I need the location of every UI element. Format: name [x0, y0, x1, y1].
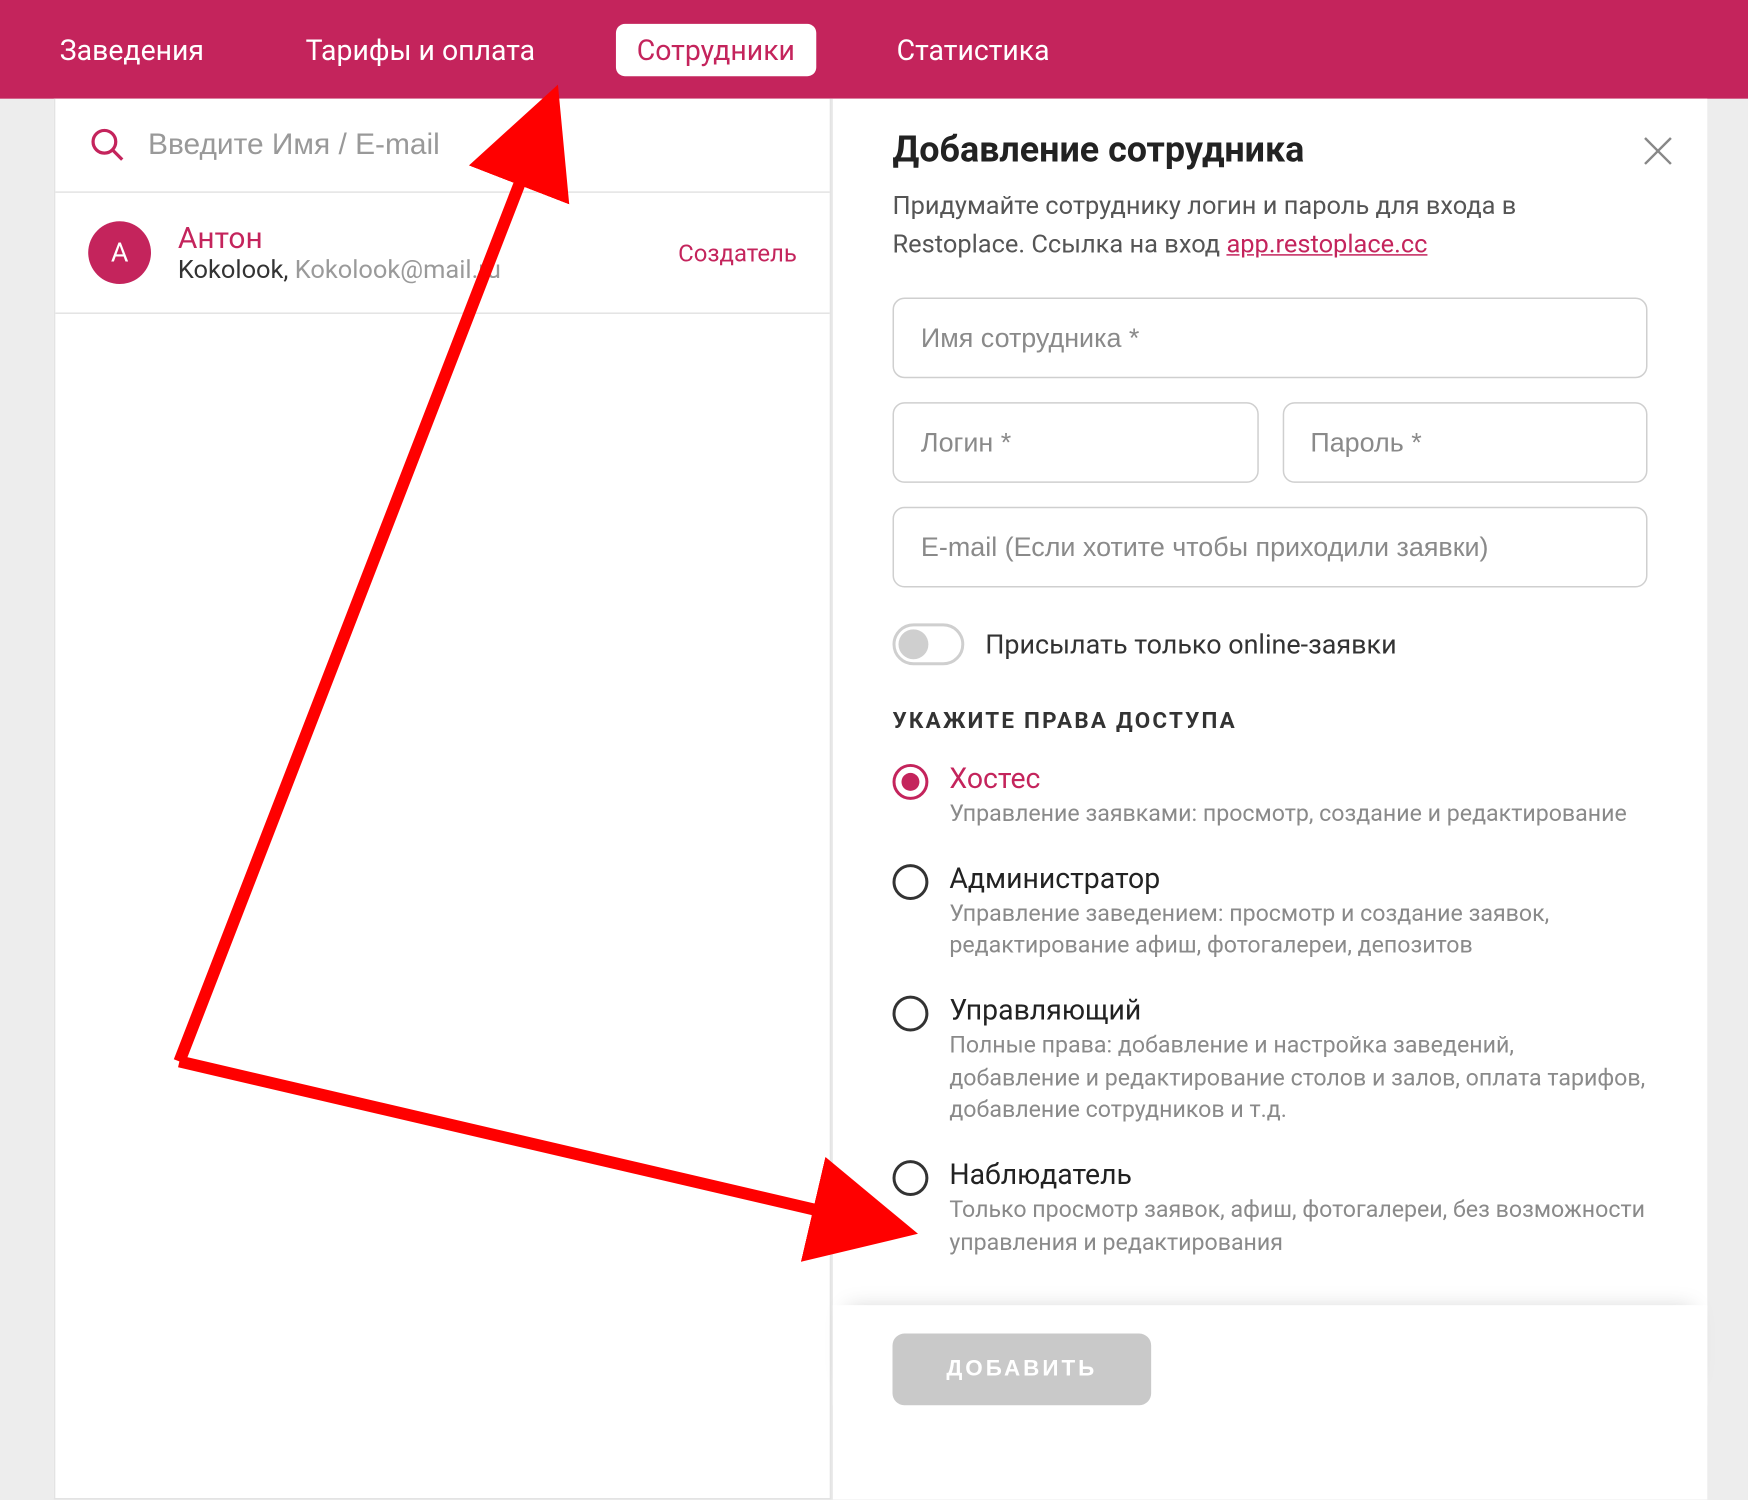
employee-name-field[interactable]: [893, 298, 1648, 379]
role-desc: Только просмотр заявок, афиш, фотогалере…: [949, 1195, 1647, 1260]
password-field[interactable]: [1282, 402, 1648, 483]
close-icon[interactable]: [1639, 132, 1678, 177]
add-employee-panel: Добавление сотрудника Придумайте сотрудн…: [831, 99, 1707, 1500]
nav-item-venues[interactable]: Заведения: [39, 23, 225, 75]
role-title: Хостес: [949, 761, 1647, 795]
role-title: Наблюдатель: [949, 1157, 1647, 1191]
search-input[interactable]: [148, 128, 797, 162]
radio-icon: [893, 996, 929, 1032]
panel-description: Придумайте сотруднику логин и пароль для…: [893, 188, 1648, 264]
employee-subline: Kokolook, Kokolook@mail.ru: [178, 256, 651, 286]
nav-item-employees[interactable]: Сотрудники: [616, 23, 816, 75]
employee-list-panel: А Антон Kokolook, Kokolook@mail.ru Созда…: [54, 99, 831, 1500]
role-radio-observer[interactable]: Наблюдатель Только просмотр заявок, афиш…: [893, 1157, 1648, 1259]
role-title: Администратор: [949, 861, 1647, 895]
employee-row[interactable]: А Антон Kokolook, Kokolook@mail.ru Созда…: [55, 193, 829, 314]
login-field[interactable]: [893, 402, 1259, 483]
role-title: Управляющий: [949, 993, 1647, 1027]
role-radio-hostess[interactable]: Хостес Управление заявками: просмотр, со…: [893, 761, 1648, 831]
employee-name: Антон: [178, 220, 651, 256]
top-nav: Заведения Тарифы и оплата Сотрудники Ста…: [0, 0, 1748, 99]
role-desc: Управление заявками: просмотр, создание …: [949, 798, 1647, 830]
radio-icon: [893, 764, 929, 800]
role-desc: Управление заведением: просмотр и создан…: [949, 898, 1647, 963]
toggle-label: Присылать только online-заявки: [985, 629, 1396, 660]
role-radio-manager[interactable]: Управляющий Полные права: добавление и н…: [893, 993, 1648, 1128]
search-row: [55, 99, 829, 193]
add-button[interactable]: ДОБАВИТЬ: [893, 1333, 1152, 1405]
role-desc: Полные права: добавление и настройка зав…: [949, 1030, 1647, 1127]
radio-icon: [893, 1160, 929, 1196]
login-link[interactable]: app.restoplace.cc: [1226, 229, 1427, 259]
avatar: А: [88, 221, 151, 284]
email-field[interactable]: [893, 507, 1648, 588]
employee-role-badge: Создатель: [678, 238, 797, 266]
panel-title: Добавление сотрудника: [893, 129, 1648, 171]
search-icon: [88, 126, 127, 165]
panel-footer: ДОБАВИТЬ: [833, 1304, 1708, 1404]
nav-item-tariffs[interactable]: Тарифы и оплата: [285, 23, 556, 75]
online-only-toggle[interactable]: [893, 623, 965, 665]
role-radio-admin[interactable]: Администратор Управление заведением: про…: [893, 861, 1648, 963]
radio-icon: [893, 864, 929, 900]
nav-item-stats[interactable]: Статистика: [876, 23, 1071, 75]
rights-section-title: УКАЖИТЕ ПРАВА ДОСТУПА: [893, 707, 1648, 734]
